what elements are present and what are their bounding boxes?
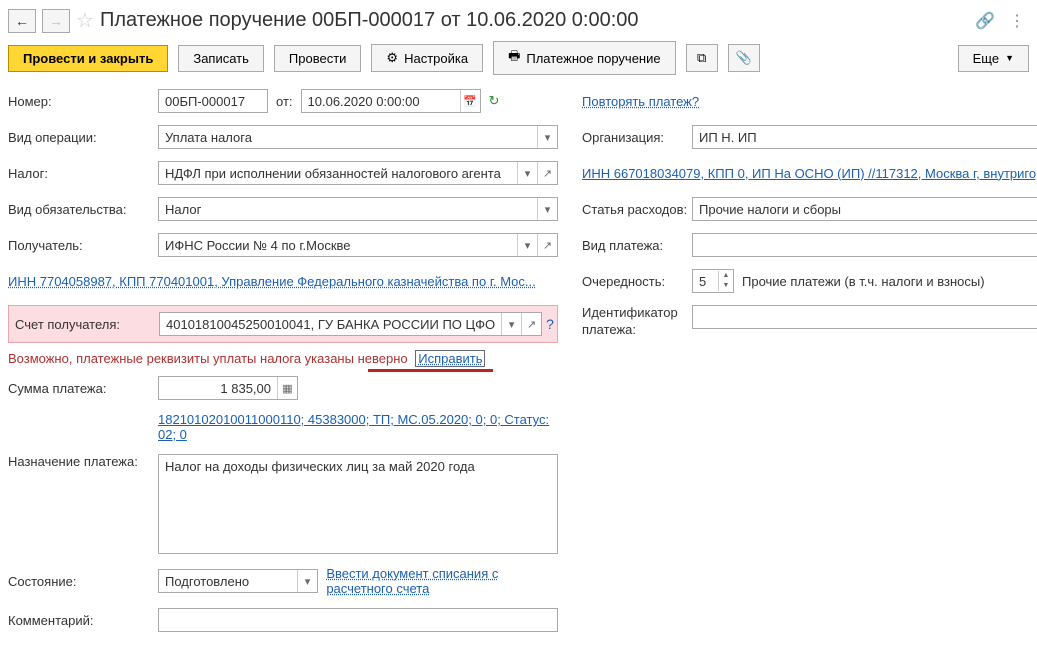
chevron-down-icon[interactable]: ▾	[297, 570, 317, 592]
chevron-down-icon[interactable]: ▾	[517, 234, 537, 256]
expense-select[interactable]: Прочие налоги и сборы	[692, 197, 1037, 221]
recipient-label: Получатель:	[8, 238, 158, 253]
settings-label: Настройка	[404, 51, 468, 66]
nav-forward-button[interactable]: →	[42, 9, 70, 33]
org-label: Организация:	[582, 130, 692, 145]
state-label: Состояние:	[8, 574, 158, 589]
favorite-star-icon[interactable]: ☆	[76, 8, 94, 33]
expense-label: Статья расходов:	[582, 202, 692, 217]
spin-up-icon[interactable]: ▲	[719, 271, 733, 281]
kbk-link[interactable]: 18210102010011000110; 45383000; ТП; МС.0…	[158, 412, 558, 442]
repeat-payment-link[interactable]: Повторять платеж?	[582, 94, 699, 109]
open-ref-icon[interactable]: ↗	[537, 234, 557, 256]
highlight-underline	[368, 369, 493, 372]
tax-select[interactable]: НДФЛ при исполнении обязанностей налогов…	[158, 161, 558, 185]
post-and-close-button[interactable]: Провести и закрыть	[8, 45, 168, 72]
open-ref-icon[interactable]: ↗	[521, 313, 541, 335]
priority-spinner[interactable]: 5 ▲ ▼	[692, 269, 734, 293]
calendar-icon[interactable]: 📅	[460, 90, 480, 112]
paytype-label: Вид платежа:	[582, 238, 692, 253]
refresh-icon[interactable]: ↻	[489, 93, 500, 109]
page-title: Платежное поручение 00БП-000017 от 10.06…	[100, 9, 965, 32]
settings-button[interactable]: ⚙ Настройка	[371, 44, 483, 72]
print-button[interactable]: 🖶 Платежное поручение	[493, 41, 676, 75]
number-label: Номер:	[8, 94, 158, 109]
amount-input[interactable]: 1 835,00 ▦	[158, 376, 298, 400]
help-icon[interactable]: ?	[546, 316, 554, 332]
create-writeoff-link[interactable]: Ввести документ списания с расчетного сч…	[326, 566, 558, 596]
printer-icon: 🖶	[508, 47, 520, 69]
paytype-select[interactable]	[692, 233, 1037, 257]
number-input[interactable]: 00БП-000017	[158, 89, 268, 113]
org-details-link[interactable]: ИНН 667018034079, КПП 0, ИП На ОСНО (ИП)…	[582, 166, 1037, 181]
account-label: Счет получателя:	[15, 317, 159, 332]
comment-label: Комментарий:	[8, 613, 158, 628]
structure-icon: ⧉	[697, 50, 706, 66]
ident-label: Идентификатор платежа:	[582, 305, 692, 339]
more-button[interactable]: Еще ▼	[958, 45, 1029, 72]
kebab-menu-icon[interactable]: ⋮	[1005, 11, 1029, 31]
tax-label: Налог:	[8, 166, 158, 181]
purpose-textarea[interactable]: Налог на доходы физических лиц за май 20…	[158, 454, 558, 554]
account-select[interactable]: 40101810045250010041, ГУ БАНКА РОССИИ ПО…	[159, 312, 542, 336]
optype-select[interactable]: Уплата налога ▾	[158, 125, 558, 149]
fix-link[interactable]: Исправить	[415, 350, 485, 367]
post-button[interactable]: Провести	[274, 45, 362, 72]
save-button[interactable]: Записать	[178, 45, 264, 72]
recipient-details-link[interactable]: ИНН 7704058987, КПП 770401001, Управлени…	[8, 274, 536, 289]
recipient-select[interactable]: ИФНС России № 4 по г.Москве ▾ ↗	[158, 233, 558, 257]
paperclip-icon: 📎	[736, 50, 752, 66]
warning-text: Возможно, платежные реквизиты уплаты нал…	[8, 351, 408, 366]
chevron-down-icon[interactable]: ▾	[537, 198, 557, 220]
nav-back-button[interactable]: ←	[8, 9, 36, 33]
open-ref-icon[interactable]: ↗	[537, 162, 557, 184]
priority-description: Прочие платежи (в т.ч. налоги и взносы)	[742, 274, 985, 289]
org-select[interactable]: ИП Н. ИП	[692, 125, 1037, 149]
chevron-down-icon: ▼	[1005, 53, 1014, 63]
amount-label: Сумма платежа:	[8, 381, 158, 396]
link-icon[interactable]: 🔗	[971, 11, 999, 31]
more-label: Еще	[973, 51, 999, 66]
ident-input[interactable]	[692, 305, 1037, 329]
obligation-select[interactable]: Налог ▾	[158, 197, 558, 221]
date-input[interactable]: 10.06.2020 0:00:00 📅	[301, 89, 481, 113]
structure-button[interactable]: ⧉	[686, 44, 718, 72]
obligation-label: Вид обязательства:	[8, 202, 158, 217]
gear-icon: ⚙	[386, 50, 398, 66]
print-label: Платежное поручение	[526, 51, 660, 66]
optype-label: Вид операции:	[8, 130, 158, 145]
chevron-down-icon[interactable]: ▾	[501, 313, 521, 335]
attach-button[interactable]: 📎	[728, 44, 760, 72]
spin-down-icon[interactable]: ▼	[719, 281, 733, 291]
chevron-down-icon[interactable]: ▾	[537, 126, 557, 148]
purpose-label: Назначение платежа:	[8, 454, 158, 469]
comment-input[interactable]	[158, 608, 558, 632]
from-label: от:	[276, 94, 293, 109]
state-select[interactable]: Подготовлено ▾	[158, 569, 318, 593]
priority-label: Очередность:	[582, 274, 692, 289]
calculator-icon[interactable]: ▦	[277, 377, 297, 399]
chevron-down-icon[interactable]: ▾	[517, 162, 537, 184]
